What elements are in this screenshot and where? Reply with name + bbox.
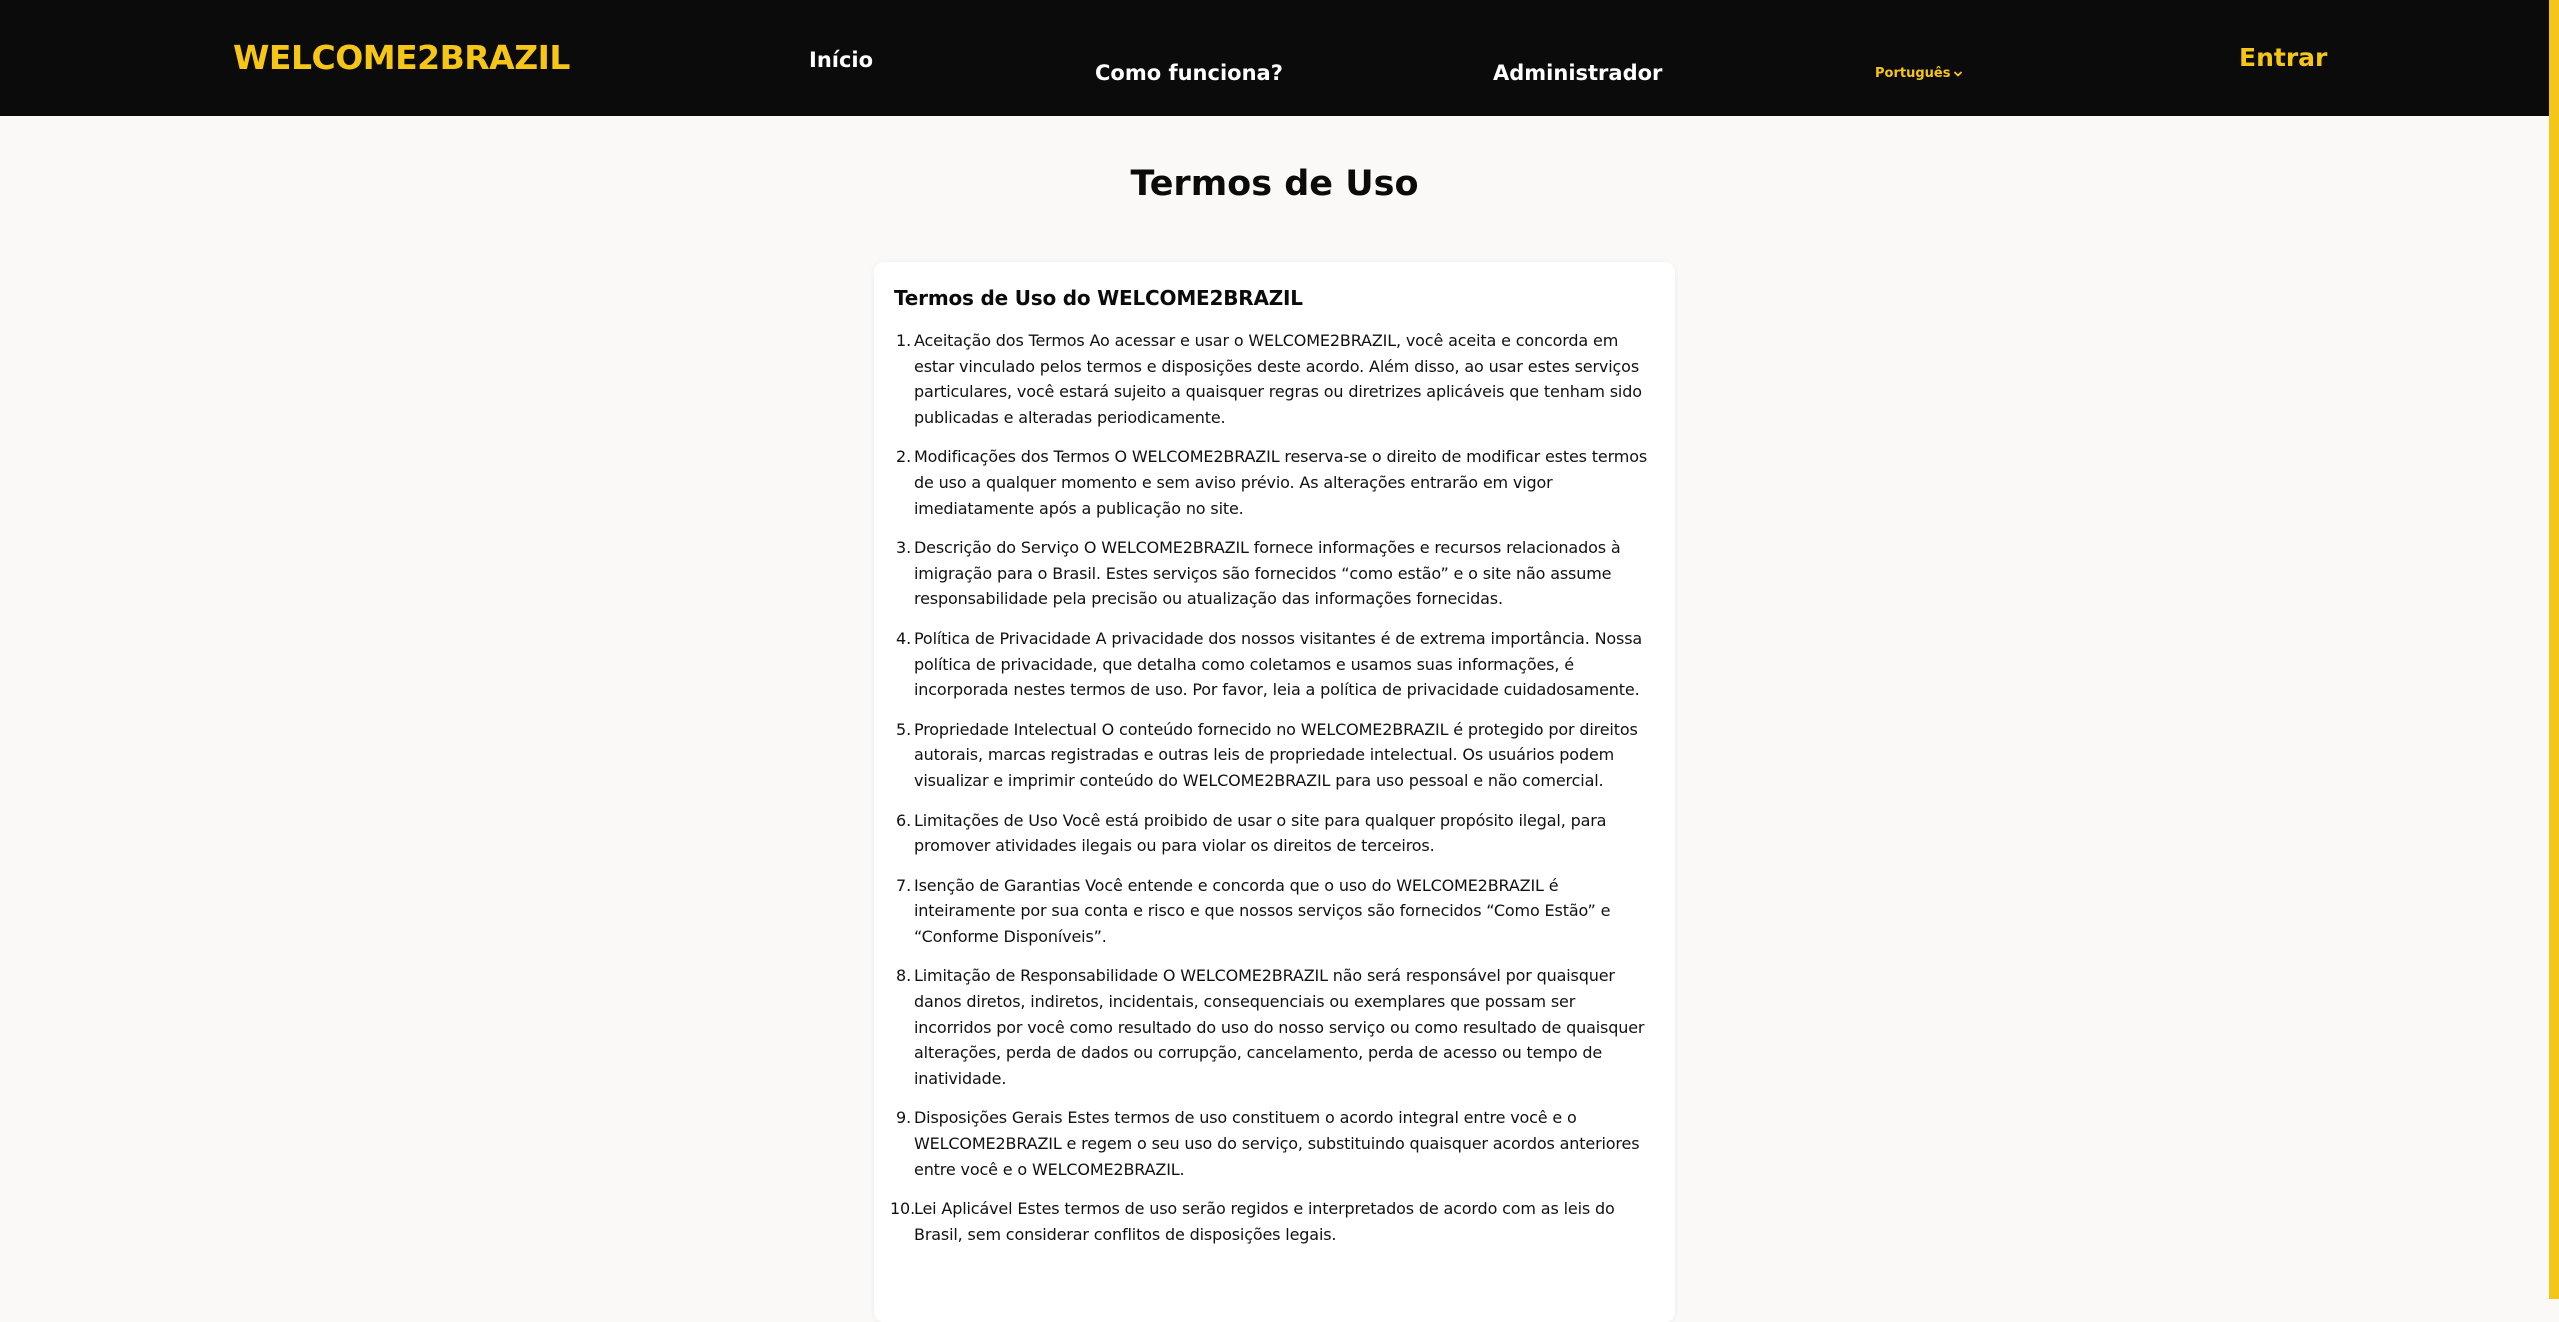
term-item-9: Disposições Gerais Estes termos de uso c… <box>894 1105 1640 1179</box>
page-title: Termos de Uso <box>1130 164 1419 204</box>
term-item-5: Propriedade Intelectual O conteúdo forne… <box>894 717 1638 790</box>
term-item-8: Limitação de Responsabilidade O WELCOME2… <box>894 963 1645 1088</box>
term-item-3: Descrição do Serviço O WELCOME2BRAZIL fo… <box>894 535 1621 609</box>
scrollbar-edge <box>2549 0 2559 1299</box>
term-item-10: Lei Aplicável Estes termos de uso serão … <box>890 1196 1615 1244</box>
login-button[interactable]: Entrar <box>2239 43 2327 72</box>
term-item-6: Limitações de Uso Você está proibido de … <box>894 808 1607 856</box>
nav-link-inicio[interactable]: Início <box>809 48 873 72</box>
terms-card-title: Termos de Uso do WELCOME2BRAZIL <box>894 286 1303 310</box>
site-logo[interactable]: WELCOME2BRAZIL <box>233 38 570 77</box>
term-item-2: Modificações dos Termos O WELCOME2BRAZIL… <box>894 444 1648 518</box>
terms-list: Aceitação dos Termos Ao acessar e usar o… <box>890 328 1655 1247</box>
chevron-down-icon <box>1954 71 1963 76</box>
nav-link-como-funciona[interactable]: Como funciona? <box>1095 61 1283 85</box>
term-item-1: Aceitação dos Termos Ao acessar e usar o… <box>894 328 1642 427</box>
navbar: WELCOME2BRAZIL Início Como funciona? Adm… <box>0 0 2559 116</box>
terms-card: Termos de Uso do WELCOME2BRAZIL Aceitaçã… <box>874 262 1675 1322</box>
term-item-4: Política de Privacidade A privacidade do… <box>894 626 1643 700</box>
language-selector[interactable]: Português <box>1875 66 1963 81</box>
language-label: Português <box>1875 66 1951 81</box>
term-item-7: Isenção de Garantias Você entende e conc… <box>894 873 1611 946</box>
nav-link-administrador[interactable]: Administrador <box>1493 61 1662 85</box>
